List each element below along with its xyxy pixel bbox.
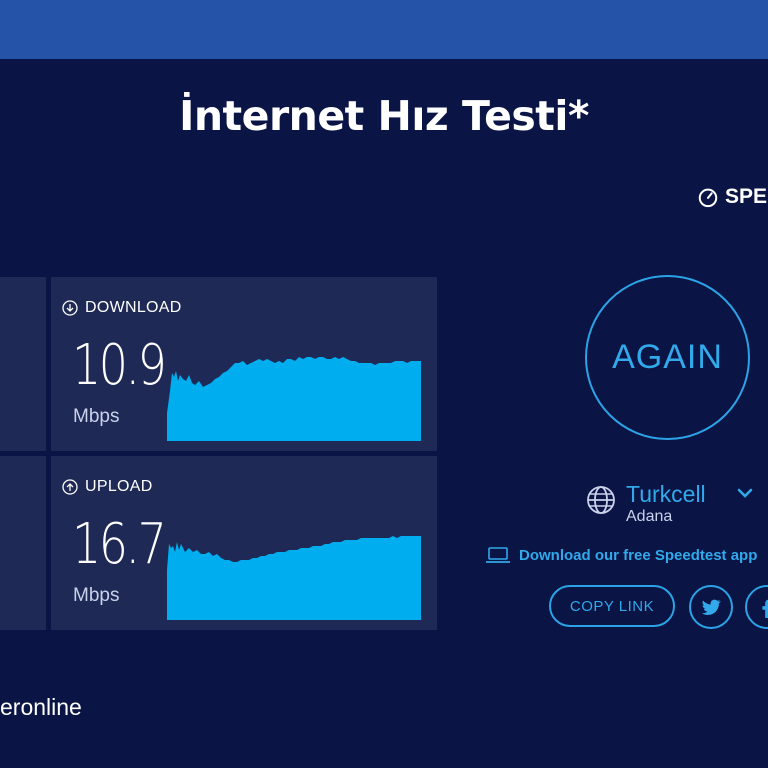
isp-name: Turkcell: [626, 481, 706, 507]
download-app-link[interactable]: Download our free Speedtest app: [485, 546, 757, 564]
download-unit: Mbps: [73, 406, 120, 427]
speedometer-icon: [698, 188, 718, 208]
chevron-down-icon[interactable]: [736, 484, 754, 502]
again-button[interactable]: AGAIN: [585, 275, 750, 440]
upload-value: 16.7: [72, 512, 167, 577]
twitter-share-button[interactable]: [689, 585, 733, 629]
copy-link-button[interactable]: COPY LINK: [549, 585, 675, 627]
upload-unit: Mbps: [73, 585, 120, 606]
upload-graph: [167, 536, 421, 620]
download-graph: [167, 357, 421, 441]
brand-label: SPE: [725, 185, 768, 208]
ping-panel-lower: [0, 456, 46, 630]
globe-icon: [587, 486, 615, 514]
download-arrow-icon: [62, 300, 78, 316]
upload-arrow-icon: [62, 479, 78, 495]
facebook-share-button[interactable]: [745, 585, 768, 629]
download-panel: DOWNLOAD 10.9 Mbps: [51, 277, 437, 451]
page-title: İnternet Hız Testi*: [179, 92, 589, 140]
laptop-icon: [486, 547, 510, 563]
top-bar: [0, 0, 768, 59]
speedtest-brand[interactable]: SPE: [697, 185, 767, 209]
twitter-icon: [701, 599, 721, 615]
upload-label: UPLOAD: [85, 478, 153, 495]
download-header: DOWNLOAD: [62, 299, 182, 317]
download-label: DOWNLOAD: [85, 299, 182, 316]
ping-panel: [0, 277, 46, 451]
upload-header: UPLOAD: [62, 478, 153, 496]
isp-location: Adana: [626, 508, 673, 525]
footer-text: eronline: [0, 694, 82, 720]
facebook-icon: [762, 599, 768, 618]
upload-panel: UPLOAD 16.7 Mbps: [51, 456, 437, 630]
download-value: 10.9: [72, 333, 167, 398]
download-app-label: Download our free Speedtest app: [519, 546, 758, 564]
